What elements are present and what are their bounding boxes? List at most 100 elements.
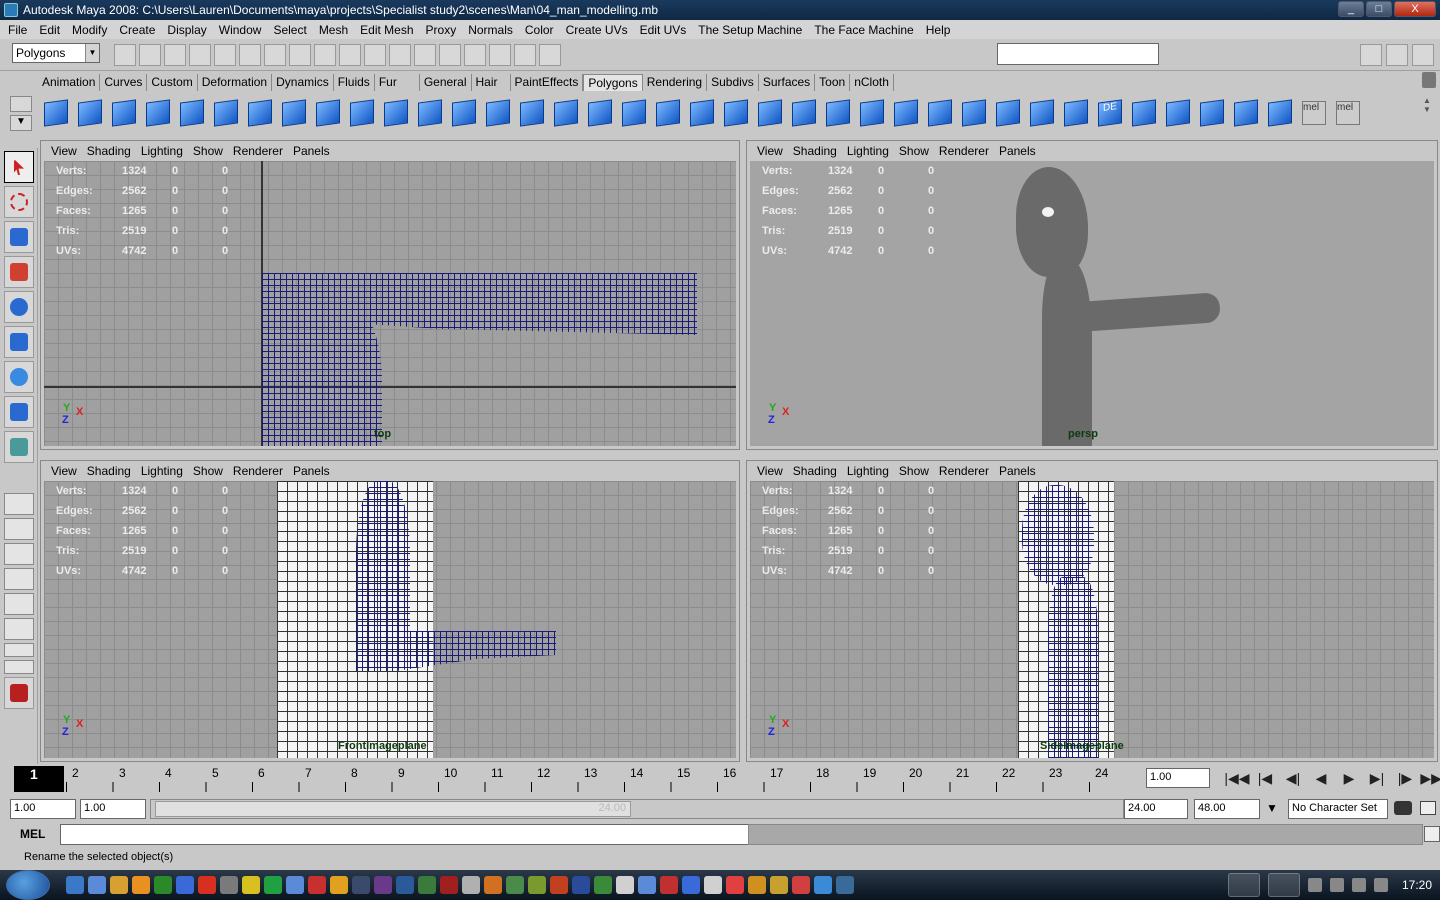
menu-edit-uvs[interactable]: Edit UVs: [634, 23, 693, 37]
shelf-tab-fur[interactable]: Fur: [375, 74, 420, 91]
minimize-button[interactable]: _: [1338, 1, 1364, 17]
viewport-top[interactable]: View Shading Lighting Show Renderer Pane…: [40, 140, 740, 450]
menu-window[interactable]: Window: [213, 23, 268, 37]
universal-manipulator-icon[interactable]: [4, 361, 34, 393]
show-manipulator-icon[interactable]: [4, 431, 34, 463]
attribute-editor-icon[interactable]: [1360, 44, 1382, 66]
render-current-icon[interactable]: [464, 44, 486, 66]
step-back-key-icon[interactable]: |◀: [1252, 768, 1278, 788]
viewport-menu-panels[interactable]: Panels: [994, 144, 1041, 158]
mirror-icon[interactable]: [1060, 96, 1092, 130]
snap-point-icon[interactable]: [339, 44, 361, 66]
viewport-menu-view[interactable]: View: [752, 144, 788, 158]
snap-grid-icon[interactable]: [289, 44, 311, 66]
shelf-tab-fluids[interactable]: Fluids: [334, 74, 375, 91]
poly-pipe-icon[interactable]: [278, 96, 310, 130]
combine-icon[interactable]: [346, 96, 378, 130]
viewport-menu-panels[interactable]: Panels: [288, 464, 335, 478]
viewport-menu-show[interactable]: Show: [188, 144, 228, 158]
viewport-menu-shading[interactable]: Shading: [788, 144, 842, 158]
auto-mapping-icon[interactable]: [1230, 96, 1262, 130]
viewport-menu-show[interactable]: Show: [894, 144, 934, 158]
animation-end-field[interactable]: 48.00: [1194, 799, 1260, 819]
app-icon[interactable]: [792, 876, 810, 894]
viewport-menu-renderer[interactable]: Renderer: [228, 464, 288, 478]
offset-edgeloop-icon[interactable]: [720, 96, 752, 130]
persp-outliner-layout-icon[interactable]: [4, 543, 34, 565]
photoshop-icon[interactable]: [396, 876, 414, 894]
viewport-menu-show[interactable]: Show: [894, 464, 934, 478]
new-scene-icon[interactable]: [114, 44, 136, 66]
viewport-menu-view[interactable]: View: [752, 464, 788, 478]
media-player-icon[interactable]: [132, 876, 150, 894]
ipr-render-icon[interactable]: [489, 44, 511, 66]
shelf-scroll-arrows[interactable]: ▲ ▼: [1420, 96, 1434, 130]
viewport-menu-lighting[interactable]: Lighting: [842, 144, 894, 158]
shelf-tab-curves[interactable]: Curves: [100, 74, 148, 91]
volume-icon[interactable]: [1351, 878, 1366, 892]
viewport-side[interactable]: View Shading Lighting Show Renderer Pane…: [746, 460, 1438, 762]
go-to-start-icon[interactable]: |◀◀: [1224, 768, 1250, 788]
menu-select[interactable]: Select: [267, 23, 312, 37]
character-set-field[interactable]: No Character Set: [1288, 799, 1388, 819]
mel-script-icon-2[interactable]: mel: [1332, 96, 1364, 130]
extract-icon[interactable]: [414, 96, 446, 130]
channel-box-icon[interactable]: [1412, 44, 1434, 66]
trash-icon[interactable]: [1422, 72, 1436, 88]
quadrangulate-icon[interactable]: [958, 96, 990, 130]
snap-plane-icon[interactable]: [364, 44, 386, 66]
rotate-tool-icon[interactable]: [4, 291, 34, 323]
make-live-icon[interactable]: [389, 44, 411, 66]
cylindrical-mapping-icon[interactable]: [1162, 96, 1194, 130]
power-icon[interactable]: [1373, 878, 1388, 892]
poly-cone-icon[interactable]: [142, 96, 174, 130]
shelf-tab-rendering[interactable]: Rendering: [643, 74, 708, 91]
app-icon[interactable]: [220, 876, 238, 894]
shelf-menu-arrow-icon[interactable]: ▼: [10, 115, 32, 131]
app-icon[interactable]: [594, 876, 612, 894]
viewport-menu-shading[interactable]: Shading: [82, 464, 136, 478]
start-button[interactable]: [6, 870, 50, 900]
step-forward-key-icon[interactable]: |▶: [1392, 768, 1418, 788]
app-icon[interactable]: [484, 876, 502, 894]
menu-file[interactable]: File: [2, 23, 33, 37]
insert-edgeloop-icon[interactable]: [686, 96, 718, 130]
spherical-mapping-icon[interactable]: [1196, 96, 1228, 130]
poly-sphere-icon[interactable]: [40, 96, 72, 130]
viewport-menu-lighting[interactable]: Lighting: [136, 144, 188, 158]
app-icon[interactable]: [242, 876, 260, 894]
app-icon[interactable]: [462, 876, 480, 894]
animation-preferences-icon[interactable]: [1420, 801, 1436, 815]
app-icon[interactable]: [748, 876, 766, 894]
soft-modification-icon[interactable]: [4, 396, 34, 428]
open-scene-icon[interactable]: [139, 44, 161, 66]
premiere-icon[interactable]: [374, 876, 392, 894]
hypershade-layout-icon[interactable]: [4, 593, 34, 615]
cleanup-icon[interactable]: DE: [1094, 96, 1126, 130]
shelf-tab-surfaces[interactable]: Surfaces: [759, 74, 816, 91]
command-input[interactable]: [60, 824, 750, 845]
shelf-tab-general[interactable]: General: [420, 74, 472, 91]
poly-prism-icon[interactable]: [244, 96, 276, 130]
close-button[interactable]: X: [1394, 1, 1436, 17]
select-tool-icon[interactable]: [4, 151, 34, 183]
separate-icon[interactable]: [380, 96, 412, 130]
history-icon[interactable]: [414, 44, 436, 66]
bridge-icon[interactable]: [584, 96, 616, 130]
menu-set-dropdown[interactable]: Polygons ▼: [12, 43, 100, 63]
boolean-icon[interactable]: [482, 96, 514, 130]
viewport-menu-view[interactable]: View: [46, 464, 82, 478]
script-editor-icon[interactable]: [1424, 826, 1440, 842]
four-view-layout-icon[interactable]: [4, 518, 34, 540]
menu-display[interactable]: Display: [161, 23, 212, 37]
viewport-menu-shading[interactable]: Shading: [788, 464, 842, 478]
messenger-icon[interactable]: [154, 876, 172, 894]
menu-help[interactable]: Help: [920, 23, 957, 37]
render-settings-icon[interactable]: [514, 44, 536, 66]
viewport-front[interactable]: View Shading Lighting Show Renderer Pane…: [40, 460, 740, 762]
tray-icon[interactable]: [1307, 878, 1322, 892]
animation-start-field[interactable]: 1.00: [10, 799, 76, 819]
select-component-icon[interactable]: [239, 44, 261, 66]
input-line-icon[interactable]: [539, 44, 561, 66]
save-scene-icon[interactable]: [164, 44, 186, 66]
